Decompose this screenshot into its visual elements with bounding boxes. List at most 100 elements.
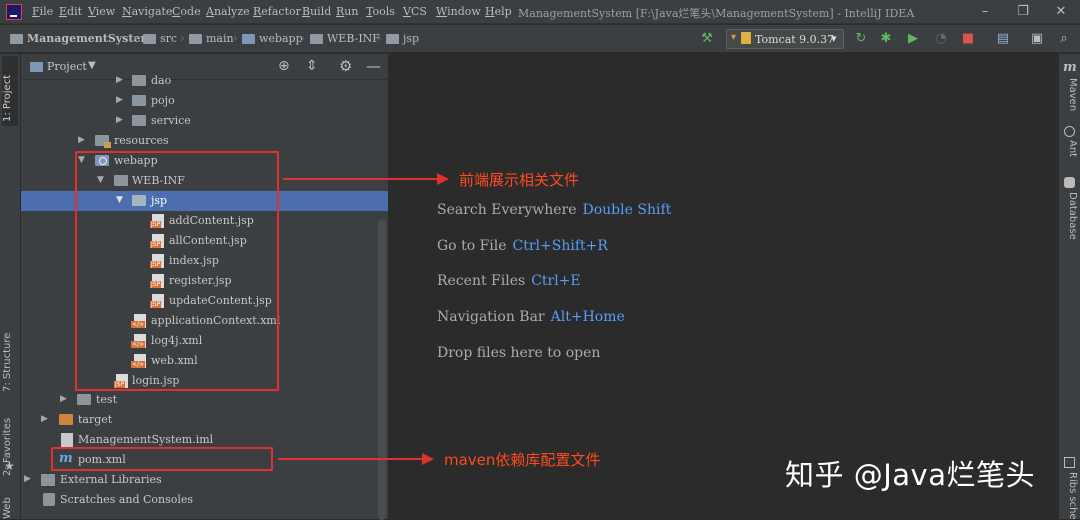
breadcrumb-separator-icon: › (233, 31, 238, 45)
tree-item[interactable]: ▶ External Libraries (21, 470, 388, 490)
tip-go-to-file: Go to File Ctrl+Shift+R (437, 238, 608, 254)
build-hammer-icon[interactable]: ⚒ (699, 31, 715, 47)
menu-tools[interactable]: Tools (366, 5, 395, 18)
maven-annotation-label: maven依赖库配置文件 (444, 451, 601, 469)
profiler-icon[interactable]: ◔ (933, 31, 949, 47)
tree-item[interactable]: Scratches and Consoles (21, 490, 388, 510)
tree-item-label: service (151, 114, 191, 127)
menu-build[interactable]: Build (302, 5, 331, 18)
tool-tab-project[interactable]: 1: Project (2, 56, 18, 126)
resources-folder-icon (95, 135, 111, 148)
tree-item[interactable]: ▶ resources (21, 131, 388, 151)
tip-navigation-bar: Navigation Bar Alt+Home (437, 309, 625, 325)
menu-edit[interactable]: Edit (59, 5, 82, 18)
library-icon (41, 474, 55, 486)
breadcrumb-separator-icon: › (300, 31, 305, 45)
tree-item-label: dao (151, 74, 172, 87)
menu-code[interactable]: Code (172, 5, 201, 18)
annotation-arrow-line (283, 178, 438, 180)
menu-file[interactable]: File (32, 5, 53, 18)
menu-run[interactable]: Run (336, 5, 358, 18)
tree-item[interactable]: ▶ pojo (21, 91, 388, 111)
intellij-logo-icon (6, 4, 22, 20)
breadcrumb-src[interactable]: src (160, 32, 177, 45)
left-tool-window-strip: 1: Project 7: Structure 2: Favorites ★ W… (0, 54, 21, 519)
breadcrumb-main[interactable]: main (206, 32, 234, 45)
menu-help[interactable]: Help (485, 5, 512, 18)
stop-icon[interactable]: ■ (960, 31, 976, 47)
breadcrumb-webapp[interactable]: webapp (259, 32, 303, 45)
breadcrumb-separator-icon: › (132, 31, 137, 45)
minimize-button[interactable]: – (970, 3, 1000, 21)
navigation-bar: ManagementSystem › src › main › webapp ›… (0, 25, 1080, 53)
rerun-icon[interactable]: ↻ (853, 31, 869, 47)
tip-text: Navigation Bar (437, 309, 545, 325)
folder-icon (132, 95, 146, 106)
tree-item[interactable]: ▶ dao (21, 71, 388, 91)
tool-tab-database[interactable]: Database (1062, 192, 1078, 252)
tip-search-everywhere: Search Everywhere Double Shift (437, 202, 671, 218)
project-structure-icon[interactable]: ▤ (995, 31, 1011, 47)
breadcrumb-web-inf[interactable]: WEB-INF (327, 32, 380, 45)
tool-tab-ant[interactable]: Ant (1062, 140, 1078, 168)
tree-item-label: External Libraries (60, 473, 162, 486)
ant-icon (1064, 126, 1075, 137)
tool-tab-structure[interactable]: 7: Structure (2, 322, 18, 392)
menu-vcs[interactable]: VCS (403, 5, 427, 18)
maven-icon: m (1063, 60, 1077, 75)
menu-refactor[interactable]: Refactor (253, 5, 301, 18)
tip-shortcut: Alt+Home (550, 309, 625, 325)
window-title: ManagementSystem [F:\Java烂笔头\ManagementS… (518, 7, 915, 20)
title-bar: File Edit View Navigate Code Analyze Ref… (0, 0, 1080, 24)
layout-icon[interactable]: ▣ (1029, 31, 1045, 47)
breadcrumb-separator-icon: › (377, 31, 382, 45)
web-folder-icon (242, 34, 255, 44)
tree-item-label: Scratches and Consoles (60, 493, 194, 506)
restore-button[interactable]: ❐ (1008, 3, 1038, 21)
vertical-scrollbar[interactable] (378, 220, 386, 520)
debug-bug-icon[interactable]: ✱ (878, 31, 894, 47)
tool-tab-ribs[interactable]: Ribs sche (1062, 472, 1078, 520)
iml-file-icon (61, 433, 73, 447)
chevron-down-icon: ▾ (731, 32, 737, 43)
excluded-folder-icon (59, 414, 73, 425)
breadcrumb-separator-icon: › (180, 31, 185, 45)
folder-icon (77, 394, 91, 405)
star-icon: ★ (4, 459, 15, 473)
search-icon[interactable]: ⌕ (1056, 31, 1072, 47)
tip-shortcut: Double Shift (582, 202, 672, 218)
folder-icon (189, 34, 202, 44)
dropdown-arrow-icon: ▾ (831, 32, 837, 45)
tomcat-icon (741, 32, 751, 44)
menu-window[interactable]: Window (436, 5, 481, 18)
breadcrumb-jsp[interactable]: jsp (403, 32, 419, 45)
folder-icon (132, 75, 146, 86)
tool-tab-maven[interactable]: Maven (1062, 78, 1078, 118)
tip-text: Search Everywhere (437, 202, 577, 218)
tip-shortcut: Ctrl+Shift+R (512, 238, 608, 254)
tree-item-label: resources (114, 134, 169, 147)
tree-item[interactable]: ▶ target (21, 410, 388, 430)
run-configuration-label: Tomcat 9.0.37 (755, 33, 835, 46)
tree-item-label: pojo (151, 94, 175, 107)
menu-navigate[interactable]: Navigate (122, 5, 172, 18)
tree-item[interactable]: ▶ service (21, 111, 388, 131)
tip-drop-files: Drop files here to open (437, 345, 600, 361)
run-configuration-select[interactable]: ▾ Tomcat 9.0.37 ▾ (726, 29, 844, 49)
folder-icon (386, 34, 399, 44)
tree-item[interactable]: ▶ test (21, 390, 388, 410)
watermark: 知乎 @Java烂笔头 (785, 458, 1035, 492)
chevron-down-icon[interactable]: ▼ (88, 60, 96, 71)
close-button[interactable]: ✕ (1046, 3, 1076, 21)
ribs-icon (1064, 457, 1075, 468)
project-folder-icon (10, 34, 23, 44)
run-with-coverage-icon[interactable]: ▶ (905, 31, 921, 47)
frontend-annotation-label: 前端展示相关文件 (459, 171, 580, 189)
tip-text: Drop files here to open (437, 345, 601, 361)
tree-item-label: test (96, 393, 117, 406)
menu-view[interactable]: View (88, 5, 115, 18)
menu-analyze[interactable]: Analyze (206, 5, 250, 18)
folder-icon (310, 34, 323, 44)
tool-tab-web[interactable]: Web (2, 491, 18, 519)
frontend-files-highlight (75, 151, 279, 391)
